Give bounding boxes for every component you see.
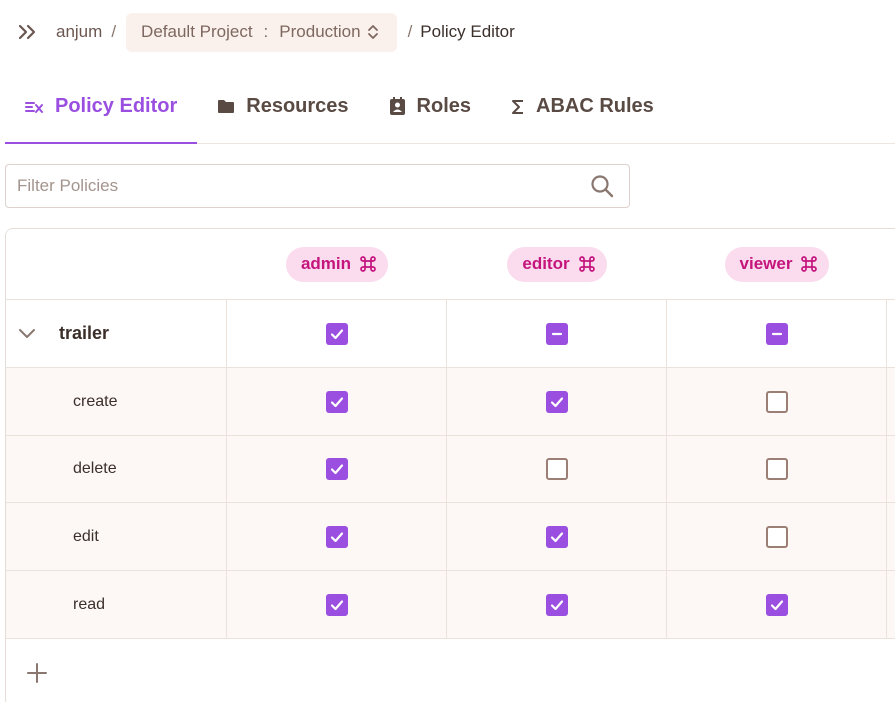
- role-name: viewer: [739, 254, 793, 273]
- resource-name-cell: trailer: [6, 300, 227, 367]
- action-name-cell: create: [6, 368, 227, 435]
- folder-icon: [217, 99, 235, 114]
- permission-cell: [227, 436, 447, 502]
- command-icon: [800, 255, 818, 273]
- filter-policies-input[interactable]: [6, 165, 589, 207]
- roles-header-row: admin editor viewer: [6, 229, 895, 300]
- permission-checkbox-trailer-editor[interactable]: [545, 322, 568, 345]
- tab-roles[interactable]: Roles: [369, 70, 491, 143]
- action-row-edit: edit: [6, 503, 895, 571]
- role-header-cell: viewer: [667, 229, 887, 299]
- resource-row-trailer: trailer: [6, 300, 895, 368]
- permission-checkbox-edit-admin[interactable]: [325, 525, 348, 548]
- permission-cell: [667, 436, 887, 502]
- permission-checkbox-trailer-viewer[interactable]: [765, 322, 788, 345]
- chevron-up-down-icon: [367, 24, 379, 40]
- permission-checkbox-read-viewer[interactable]: [765, 593, 788, 616]
- permission-cell: [227, 300, 447, 367]
- tab-label: ABAC Rules: [536, 95, 654, 117]
- action-name: delete: [73, 460, 117, 477]
- permission-checkbox-delete-admin[interactable]: [325, 458, 348, 480]
- breadcrumb-separator: /: [407, 22, 413, 41]
- permission-cell: [447, 436, 667, 502]
- role-pill-viewer[interactable]: viewer: [724, 246, 830, 282]
- action-name-cell: edit: [6, 503, 227, 570]
- action-row-read: read: [6, 571, 895, 639]
- sigma-icon: [511, 99, 525, 115]
- tab-label: Policy Editor: [55, 95, 178, 117]
- permission-cell: [447, 503, 667, 570]
- role-pill-admin[interactable]: admin: [285, 246, 389, 282]
- permission-cell: [667, 571, 887, 638]
- permission-checkbox-delete-viewer[interactable]: [765, 458, 788, 480]
- action-name: read: [73, 595, 106, 613]
- permission-checkbox-edit-viewer[interactable]: [765, 525, 788, 548]
- permission-checkbox-read-editor[interactable]: [545, 593, 568, 616]
- breadcrumb-user[interactable]: anjum: [56, 22, 102, 42]
- permission-checkbox-read-admin[interactable]: [325, 593, 348, 616]
- contact-card-icon: [389, 97, 406, 116]
- tab-policy-editor[interactable]: Policy Editor: [5, 70, 198, 144]
- permission-checkbox-trailer-admin[interactable]: [325, 322, 348, 345]
- permission-cell: [227, 571, 447, 638]
- project-name: Default Project: [141, 22, 253, 41]
- chevron-down-icon[interactable]: [17, 328, 39, 340]
- command-icon: [578, 255, 596, 273]
- environment-name: Production: [279, 22, 361, 41]
- tab-abac-rules[interactable]: ABAC Rules: [491, 70, 674, 143]
- breadcrumb-separator: /: [111, 22, 117, 41]
- permission-checkbox-create-admin[interactable]: [325, 390, 348, 413]
- permission-checkbox-edit-editor[interactable]: [545, 525, 568, 548]
- role-name: admin: [300, 254, 352, 273]
- permission-cell: [227, 503, 447, 570]
- permission-cell: [447, 571, 667, 638]
- policy-matrix: admin editor viewer trailer create delet…: [5, 228, 895, 702]
- action-row-create: create: [6, 368, 895, 436]
- add-resource-button[interactable]: [25, 661, 49, 685]
- header-corner: [6, 229, 227, 299]
- command-icon: [359, 255, 377, 273]
- permission-cell: [667, 300, 887, 367]
- filter-policies: [5, 164, 630, 208]
- permission-cell: [447, 300, 667, 367]
- tab-label: Resources: [246, 95, 349, 117]
- breadcrumb-current-page: Policy Editor: [420, 22, 515, 41]
- action-name-cell: read: [6, 571, 227, 638]
- action-row-delete: delete: [6, 436, 895, 503]
- action-name: edit: [73, 527, 99, 545]
- action-name: create: [73, 392, 118, 410]
- permission-cell: [667, 368, 887, 435]
- tab-label: Roles: [416, 95, 471, 117]
- project-env-colon: :: [263, 22, 269, 41]
- role-header-cell: editor: [447, 229, 667, 299]
- breadcrumb: anjum / Default Project : Production / P…: [0, 12, 515, 52]
- policy-editor-icon: [25, 99, 44, 115]
- resource-name: trailer: [59, 323, 110, 343]
- project-environment-selector[interactable]: Default Project : Production: [126, 12, 397, 52]
- permission-checkbox-create-viewer[interactable]: [765, 390, 788, 413]
- permission-checkbox-create-editor[interactable]: [545, 390, 568, 413]
- search-icon[interactable]: [589, 173, 615, 199]
- permission-checkbox-delete-editor[interactable]: [545, 458, 568, 480]
- role-header-cell: admin: [227, 229, 447, 299]
- permission-cell: [447, 368, 667, 435]
- action-name-cell: delete: [6, 436, 227, 502]
- tab-resources[interactable]: Resources: [197, 70, 368, 143]
- expand-sidebar-icon[interactable]: [17, 21, 39, 43]
- role-name: editor: [522, 254, 570, 273]
- tab-bar: Policy Editor Resources Roles ABAC Rules: [5, 70, 895, 144]
- role-pill-editor[interactable]: editor: [507, 246, 607, 282]
- permission-cell: [667, 503, 887, 570]
- permission-cell: [227, 368, 447, 435]
